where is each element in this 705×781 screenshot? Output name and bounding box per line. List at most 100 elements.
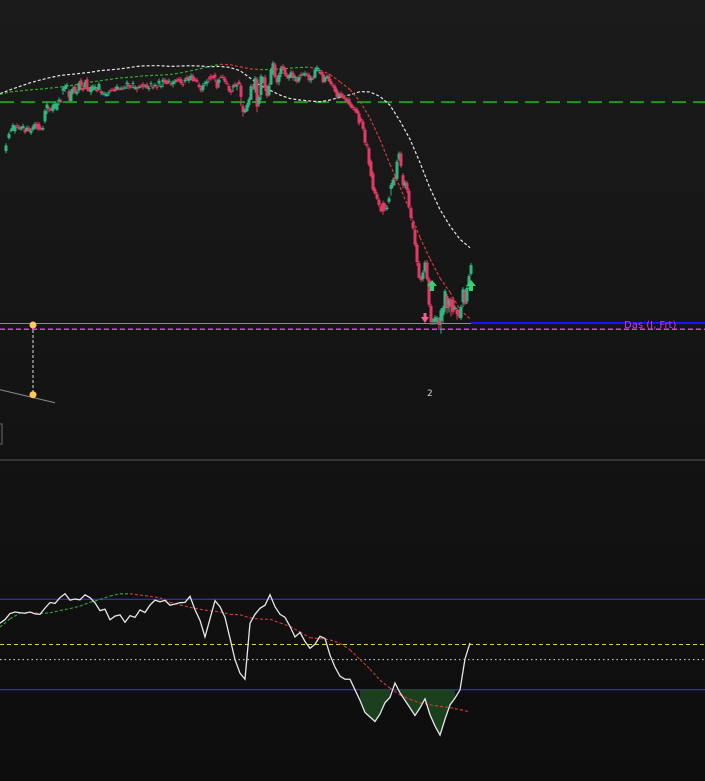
candle-body[interactable] — [41, 128, 45, 130]
candle-body[interactable] — [115, 86, 119, 90]
candle[interactable] — [417, 261, 421, 279]
candle[interactable] — [157, 78, 161, 87]
candle-body[interactable] — [73, 86, 77, 93]
candle-body[interactable] — [391, 179, 395, 186]
drawn-trendline[interactable] — [0, 321, 56, 404]
candle-body[interactable] — [297, 77, 301, 81]
candle-body[interactable] — [365, 144, 369, 146]
candle-body[interactable] — [341, 95, 345, 98]
candle[interactable] — [371, 171, 375, 191]
candle[interactable] — [191, 73, 195, 82]
candle-body[interactable] — [385, 207, 389, 210]
candle[interactable] — [201, 83, 205, 92]
candle[interactable] — [291, 70, 295, 81]
candle-body[interactable] — [167, 80, 171, 82]
candle-body[interactable] — [469, 265, 473, 274]
candle[interactable] — [377, 197, 381, 208]
candle-body[interactable] — [417, 263, 421, 278]
candle[interactable] — [355, 107, 359, 114]
candle-body[interactable] — [197, 84, 201, 88]
candle-body[interactable] — [347, 99, 351, 105]
candle-body[interactable] — [269, 69, 273, 85]
candle-body[interactable] — [55, 103, 59, 110]
candle[interactable] — [205, 79, 209, 87]
candle-body[interactable] — [373, 189, 377, 194]
candle-body[interactable] — [13, 126, 17, 132]
candle-body[interactable] — [411, 222, 415, 229]
candle-body[interactable] — [151, 86, 155, 89]
trendline-slope[interactable] — [0, 389, 56, 404]
candle-body[interactable] — [217, 79, 221, 83]
candle[interactable] — [387, 196, 391, 204]
candle-body[interactable] — [97, 83, 101, 90]
candle-body[interactable] — [139, 86, 143, 87]
candle-body[interactable] — [413, 229, 417, 245]
candle-body[interactable] — [27, 128, 31, 132]
candle-body[interactable] — [129, 86, 133, 88]
candle-body[interactable] — [45, 104, 49, 109]
candle-body[interactable] — [409, 208, 413, 218]
candle-body[interactable] — [361, 121, 365, 129]
candle-body[interactable] — [201, 85, 205, 90]
candle-body[interactable] — [7, 133, 11, 139]
candle-body[interactable] — [153, 84, 157, 86]
candle[interactable] — [267, 83, 271, 97]
candle-body[interactable] — [171, 82, 175, 85]
candle-body[interactable] — [155, 86, 159, 88]
candle[interactable] — [233, 82, 237, 88]
candle-body[interactable] — [363, 129, 367, 143]
candle[interactable] — [465, 285, 469, 305]
candle-body[interactable] — [465, 287, 469, 302]
candle-body[interactable] — [223, 78, 227, 82]
candle-body[interactable] — [195, 80, 199, 82]
candle-body[interactable] — [227, 86, 231, 91]
candle-body[interactable] — [313, 69, 317, 78]
candle-body[interactable] — [183, 79, 187, 82]
candle[interactable] — [395, 159, 399, 181]
candle-body[interactable] — [165, 81, 169, 84]
candle-body[interactable] — [59, 101, 63, 103]
candle-body[interactable] — [29, 130, 33, 133]
candle[interactable] — [407, 188, 411, 209]
candle[interactable] — [195, 77, 199, 83]
candle-body[interactable] — [107, 92, 111, 94]
candle-body[interactable] — [451, 299, 455, 312]
stock-chart[interactable] — [0, 0, 705, 781]
candle[interactable] — [273, 62, 277, 79]
candle-body[interactable] — [319, 72, 323, 75]
candle[interactable] — [43, 108, 47, 124]
candle-body[interactable] — [245, 104, 249, 112]
candle-body[interactable] — [263, 77, 267, 89]
candle-body[interactable] — [395, 161, 399, 179]
candle[interactable] — [41, 125, 45, 131]
candle-body[interactable] — [239, 85, 243, 97]
candle-body[interactable] — [415, 244, 419, 263]
candle[interactable] — [141, 82, 145, 90]
candle[interactable] — [145, 82, 149, 89]
candle-body[interactable] — [405, 182, 409, 190]
candle[interactable] — [401, 173, 405, 189]
candle-body[interactable] — [21, 125, 25, 128]
candle-body[interactable] — [323, 77, 327, 82]
candle-body[interactable] — [181, 84, 185, 86]
candle-body[interactable] — [149, 83, 153, 85]
candle-body[interactable] — [105, 94, 109, 97]
candle[interactable] — [159, 83, 163, 89]
candle-body[interactable] — [141, 84, 145, 86]
candle[interactable] — [469, 263, 473, 276]
candle[interactable] — [153, 82, 157, 88]
candle-body[interactable] — [81, 87, 85, 91]
candle-body[interactable] — [283, 68, 287, 75]
candle-body[interactable] — [99, 91, 103, 93]
candle-body[interactable] — [377, 199, 381, 205]
candle[interactable] — [451, 297, 455, 315]
candle-body[interactable] — [459, 306, 463, 319]
candle-body[interactable] — [63, 86, 67, 90]
candle-body[interactable] — [327, 75, 331, 82]
candle-body[interactable] — [281, 66, 285, 69]
candle-body[interactable] — [399, 153, 403, 166]
candle[interactable] — [149, 81, 153, 88]
candle[interactable] — [179, 77, 183, 85]
candle-body[interactable] — [69, 91, 73, 102]
candle-body[interactable] — [329, 81, 333, 85]
